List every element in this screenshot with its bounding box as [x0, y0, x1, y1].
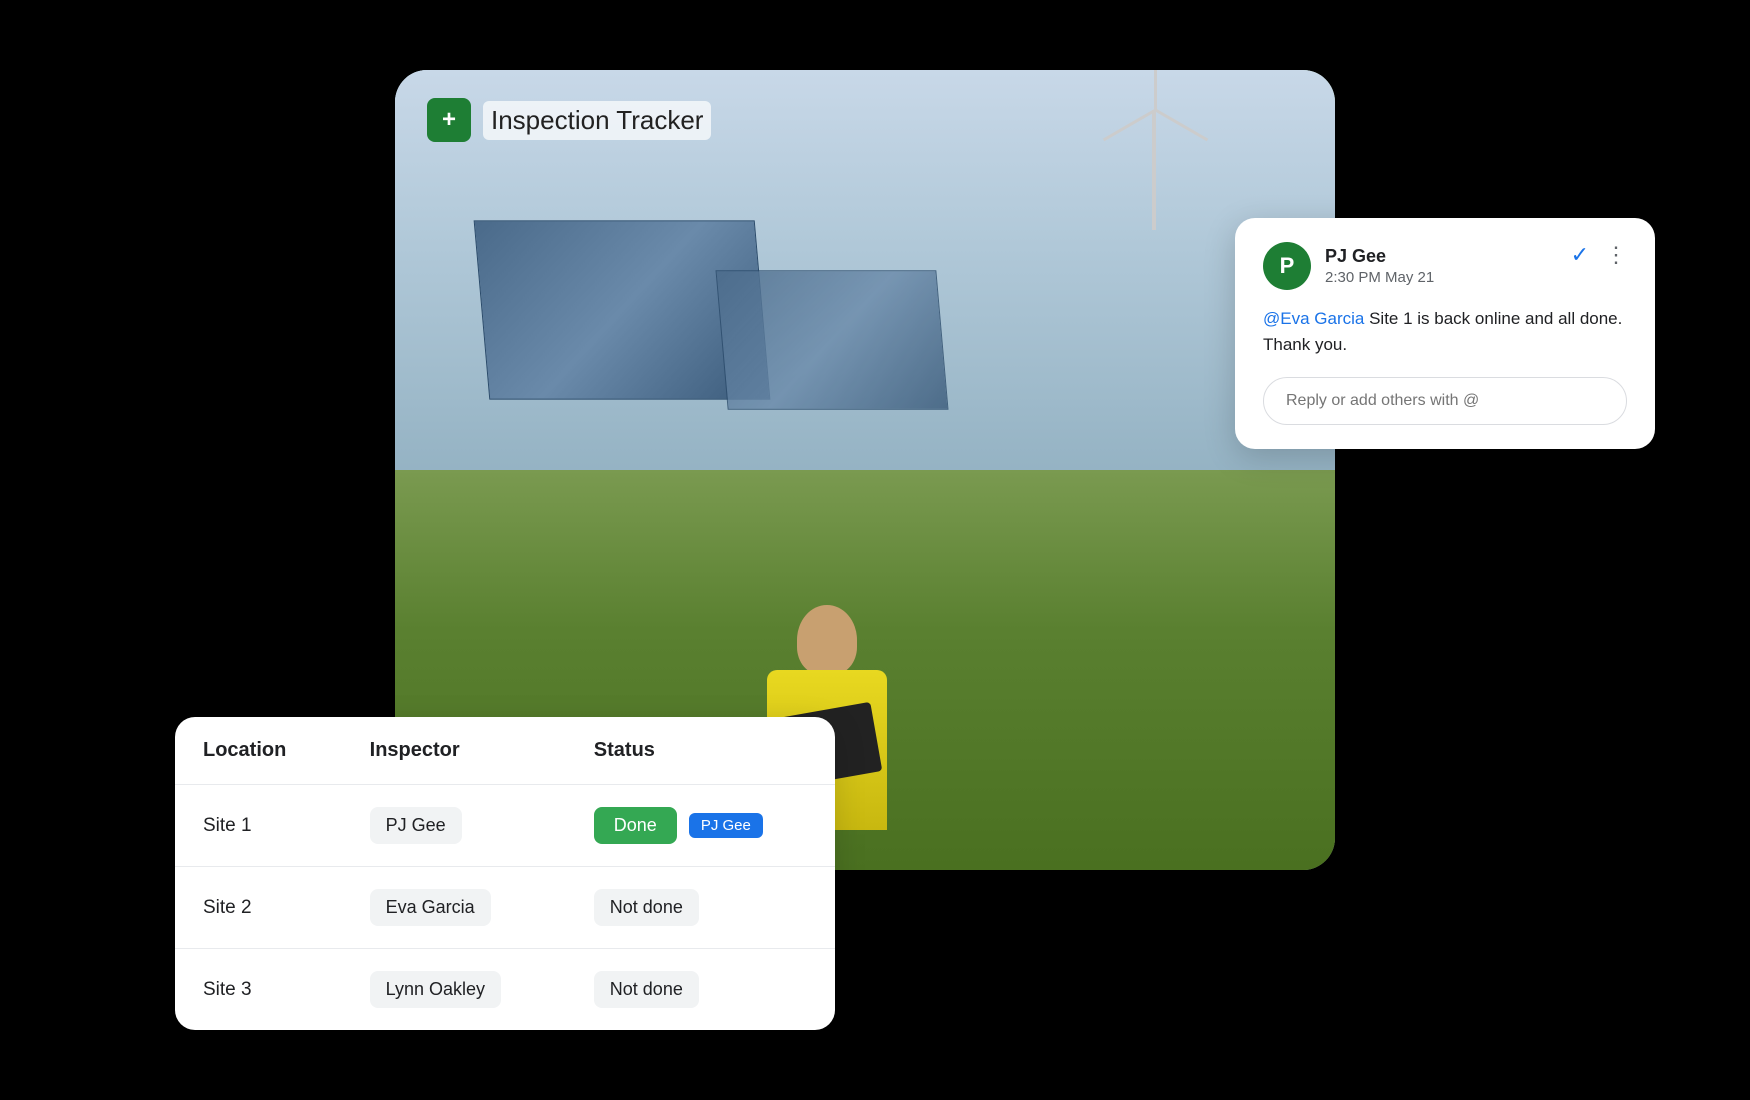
inspector-badge: Eva Garcia [370, 889, 491, 926]
status-not-done-badge: Not done [594, 971, 699, 1008]
column-header-inspector: Inspector [342, 717, 566, 785]
comment-header: P PJ Gee 2:30 PM May 21 ✓ ⋮ [1263, 242, 1627, 290]
cell-inspector: Eva Garcia [342, 867, 566, 949]
status-done-badge: Done [594, 807, 677, 844]
reply-input[interactable] [1263, 377, 1627, 425]
comment-username: PJ Gee [1325, 246, 1434, 267]
inspection-table: Location Inspector Status Site 1 PJ Gee … [175, 717, 835, 1030]
comment-user-info: PJ Gee 2:30 PM May 21 [1325, 246, 1434, 286]
cell-status: Done PJ Gee [566, 785, 835, 867]
cell-inspector: PJ Gee [342, 785, 566, 867]
comment-actions: ✓ ⋮ [1571, 242, 1627, 268]
column-header-location: Location [175, 717, 342, 785]
comment-user-area: P PJ Gee 2:30 PM May 21 [1263, 242, 1434, 290]
table-row: Site 2 Eva Garcia Not done [175, 867, 835, 949]
scene: + Inspection Tracker P PJ Gee 2:30 PM Ma… [175, 70, 1575, 1030]
comment-card: P PJ Gee 2:30 PM May 21 ✓ ⋮ @Eva Garcia … [1235, 218, 1655, 449]
person-head [797, 605, 857, 675]
app-header: + Inspection Tracker [427, 98, 711, 142]
checkmark-icon[interactable]: ✓ [1571, 242, 1589, 268]
inspector-badge: PJ Gee [370, 807, 462, 844]
avatar: P [1263, 242, 1311, 290]
table-body: Site 1 PJ Gee Done PJ Gee Site 2 Eva Ga [175, 785, 835, 1031]
turbine-pole [1152, 110, 1156, 230]
inspection-table-card: Location Inspector Status Site 1 PJ Gee … [175, 717, 835, 1030]
inspector-badge: Lynn Oakley [370, 971, 501, 1008]
more-options-icon[interactable]: ⋮ [1605, 242, 1627, 268]
comment-timestamp: 2:30 PM May 21 [1325, 269, 1434, 286]
comment-mention: @Eva Garcia [1263, 309, 1364, 328]
turbine-blade-1 [1154, 70, 1157, 110]
table-header: Location Inspector Status [175, 717, 835, 785]
wind-turbine [1114, 110, 1194, 250]
cell-location: Site 3 [175, 949, 342, 1031]
cell-inspector: Lynn Oakley [342, 949, 566, 1031]
user-tag: PJ Gee [689, 813, 763, 838]
app-icon: + [427, 98, 471, 142]
status-not-done-badge: Not done [594, 889, 699, 926]
solar-panel-2 [715, 270, 948, 409]
cell-status: Not done [566, 867, 835, 949]
cell-location: Site 2 [175, 867, 342, 949]
cell-location: Site 1 [175, 785, 342, 867]
table-row: Site 3 Lynn Oakley Not done [175, 949, 835, 1031]
app-title: Inspection Tracker [483, 101, 711, 140]
cell-status: Not done [566, 949, 835, 1031]
comment-body: @Eva Garcia Site 1 is back online and al… [1263, 306, 1627, 357]
table-row: Site 1 PJ Gee Done PJ Gee [175, 785, 835, 867]
column-header-status: Status [566, 717, 835, 785]
status-cell: Done PJ Gee [594, 807, 807, 844]
